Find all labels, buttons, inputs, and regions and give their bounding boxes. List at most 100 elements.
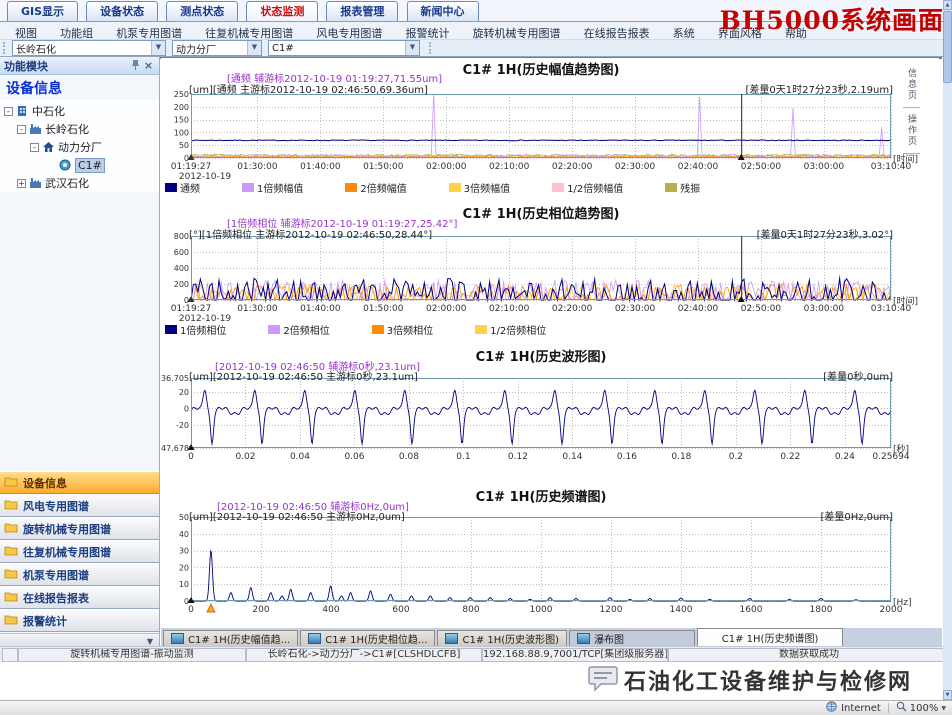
- globe-icon: [826, 701, 837, 715]
- tree-node-label: 中石化: [32, 103, 65, 119]
- zoom-level[interactable]: 100%: [910, 703, 939, 714]
- scroll-up-icon[interactable]: ▲: [943, 0, 952, 10]
- tree-toggle-icon: [47, 161, 56, 170]
- scrollbar-thumb[interactable]: [943, 11, 952, 83]
- sidebar-header: 功能模块 ×: [0, 57, 159, 75]
- legend-swatch: [475, 325, 487, 334]
- nav-online-reports[interactable]: 在线报告报表: [0, 586, 159, 609]
- tab-report-manage[interactable]: 报表管理: [326, 1, 398, 21]
- bh5000-window: GIS显示 设备状态 测点状态 状态监测 报表管理 新闻中心 BH5000系统画…: [0, 0, 952, 715]
- nav-rotary-charts[interactable]: 旋转机械专用图谱: [0, 517, 159, 540]
- legend-swatch: [665, 183, 677, 192]
- device-combo-value: C1#: [269, 43, 405, 54]
- waterfall-chart-icon: [577, 633, 590, 644]
- legend-swatch: [552, 183, 564, 192]
- watermark-text: 石油化工设备维护与检修网: [624, 664, 912, 696]
- legend-item: 3倍频相位: [372, 322, 433, 337]
- plant-combo[interactable]: 动力分厂 ▼: [172, 40, 262, 56]
- tab-condition-monitor[interactable]: 状态监测: [246, 1, 318, 21]
- tree-node-power-plant[interactable]: - 动力分厂: [0, 138, 159, 156]
- waveform-panel: C1# 1H(历史波形图) [2012-10-19 02:46:50 辅游标0秒…: [161, 345, 939, 485]
- cursor-delta-readout: [差量0秒,0um]: [823, 368, 893, 383]
- tree-node-label: 动力分厂: [58, 139, 102, 155]
- legend-swatch: [345, 183, 357, 192]
- chart-tab-label: 瀑布图: [594, 631, 624, 646]
- operation-page-tab[interactable]: 操作页: [903, 108, 920, 154]
- tab-device-status[interactable]: 设备状态: [86, 1, 158, 21]
- legend-swatch: [165, 325, 177, 334]
- folder-icon: [4, 614, 18, 628]
- chart-tab-label: C1# 1H(历史幅值趋...: [188, 631, 290, 646]
- toolbar-grip[interactable]: [3, 42, 9, 54]
- tab-waterfall[interactable]: 瀑布图: [569, 630, 695, 646]
- tree-node-c1[interactable]: C1#: [0, 156, 159, 174]
- legend-item: 1倍频幅值: [242, 180, 303, 195]
- device-combo[interactable]: C1# ▼: [268, 40, 420, 56]
- toolbar-grip[interactable]: [429, 42, 435, 54]
- tab-spectrum[interactable]: C1# 1H(历史频谱图): [697, 628, 843, 646]
- nav-alarm-stats[interactable]: 报警统计: [0, 609, 159, 632]
- chevron-down-icon[interactable]: ▼: [151, 41, 165, 55]
- pin-icon[interactable]: [129, 59, 142, 73]
- tab-amplitude-trend[interactable]: C1# 1H(历史幅值趋...: [163, 630, 298, 646]
- chart-tab-label: C1# 1H(历史相位趋...: [325, 631, 427, 646]
- chart-tab-label: C1# 1H(历史频谱图): [722, 630, 819, 645]
- waveform-chart-icon: [445, 633, 458, 644]
- tab-news-center[interactable]: 新闻中心: [407, 1, 479, 21]
- company-combo-value: 长岭石化: [13, 41, 151, 56]
- nav-button-label: 风电专用图谱: [23, 498, 89, 514]
- nav-pump-charts[interactable]: 机泵专用图谱: [0, 563, 159, 586]
- chart-legend: 通频1倍频幅值2倍频幅值3倍频幅值1/2倍频幅值残振: [165, 180, 742, 195]
- legend-swatch: [449, 183, 461, 192]
- info-page-tab[interactable]: 信息页: [903, 62, 920, 108]
- tab-waveform[interactable]: C1# 1H(历史波形图): [437, 630, 567, 646]
- chart-legend: 1倍频相位 2倍频相位 3倍频相位 1/2倍频相位: [165, 322, 588, 337]
- nav-button-label: 在线报告报表: [23, 590, 89, 606]
- company-combo[interactable]: 长岭石化 ▼: [12, 40, 166, 56]
- folder-icon: [4, 568, 18, 582]
- legend-item: 1/2倍频相位: [475, 322, 546, 337]
- security-zone-label: Internet: [841, 703, 881, 714]
- sidebar-nav-stack: 设备信息 风电专用图谱 旋转机械专用图谱 往复机械专用图谱 机泵专用图谱 在线报…: [0, 471, 159, 632]
- sidebar-panel-title: 功能模块: [4, 58, 48, 74]
- plant-combo-value: 动力分厂: [173, 41, 247, 56]
- nav-recip-charts[interactable]: 往复机械专用图谱: [0, 540, 159, 563]
- zoom-dropdown-icon[interactable]: ▼: [941, 705, 946, 712]
- folder-icon: [4, 545, 18, 559]
- spectrum-panel: C1# 1H(历史频谱图) [2012-10-19 02:46:50 辅游标0H…: [161, 485, 939, 628]
- tree-node-label: 武汉石化: [45, 175, 89, 191]
- legend-item: 2倍频相位: [268, 322, 329, 337]
- device-tree: - 中石化 - 长岭石化 - 动力分厂 C1# +: [0, 100, 159, 192]
- legend-item: 2倍频幅值: [345, 180, 406, 195]
- tree-node-sinopec[interactable]: - 中石化: [0, 102, 159, 120]
- tab-gis[interactable]: GIS显示: [7, 1, 78, 21]
- tree-toggle-icon[interactable]: +: [17, 179, 26, 188]
- chevron-down-icon[interactable]: ▼: [247, 41, 261, 55]
- page-scrollbar[interactable]: ▲ ▼: [943, 0, 952, 700]
- nav-device-info[interactable]: 设备信息: [0, 471, 159, 494]
- close-icon[interactable]: ×: [142, 59, 155, 72]
- status-data-result: 数据获取成功: [668, 648, 950, 662]
- cursor-delta-readout: [差量0天1时27分23秒,3.02°]: [757, 226, 893, 241]
- scroll-down-icon[interactable]: ▼: [943, 690, 952, 700]
- tree-node-wuhan[interactable]: + 武汉石化: [0, 174, 159, 192]
- chevron-down-icon[interactable]: ▼: [405, 41, 419, 55]
- tab-point-status[interactable]: 测点状态: [166, 1, 238, 21]
- folder-icon: [4, 522, 18, 536]
- folder-icon: [4, 476, 18, 490]
- divider: [888, 703, 889, 713]
- tree-node-changling[interactable]: - 长岭石化: [0, 120, 159, 138]
- trend-chart-icon: [308, 633, 321, 644]
- legend-item: 1倍频相位: [165, 322, 226, 337]
- factory-icon: [29, 123, 42, 135]
- tab-phase-trend[interactable]: C1# 1H(历史相位趋...: [300, 630, 435, 646]
- browser-status-bar: Internet 100% ▼: [0, 700, 952, 715]
- folder-icon: [4, 591, 18, 605]
- tree-toggle-icon[interactable]: -: [30, 143, 39, 152]
- phase-trend-panel: C1# 1H(历史相位趋势图) [1倍频相位 辅游标2012-10-19 01:…: [161, 202, 939, 345]
- main-cursor-readout: [°][1倍频相位 主游标2012-10-19 02:46:50,28.44°]: [189, 226, 432, 241]
- tree-toggle-icon[interactable]: -: [17, 125, 26, 134]
- tree-toggle-icon[interactable]: -: [4, 107, 13, 116]
- nav-button-label: 往复机械专用图谱: [23, 544, 111, 560]
- nav-wind-charts[interactable]: 风电专用图谱: [0, 494, 159, 517]
